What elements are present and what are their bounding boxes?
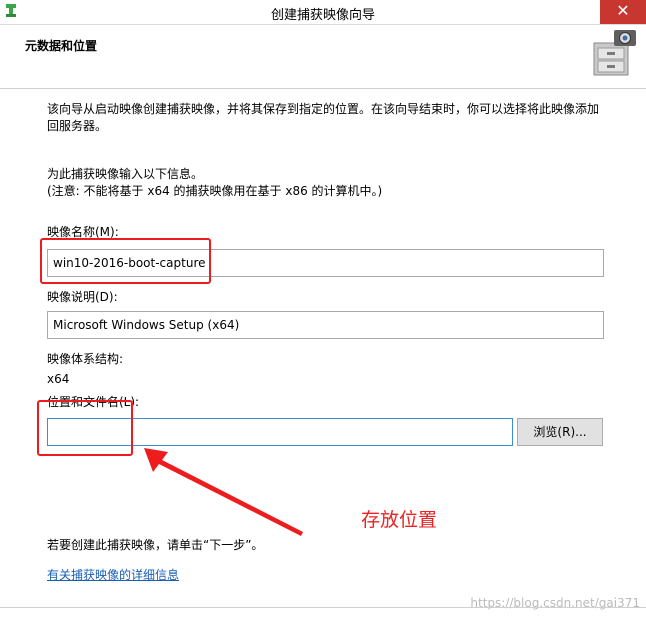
file-cabinet-camera-icon: [593, 30, 636, 76]
arch-value: x64: [47, 372, 70, 386]
image-desc-input[interactable]: Microsoft Windows Setup (x64): [47, 311, 604, 339]
window-title: 创建捕获映像向导: [270, 8, 375, 23]
wizard-header: 元数据和位置: [0, 25, 646, 88]
details-link[interactable]: 有关捕获映像的详细信息: [47, 567, 179, 584]
intro-line-2: 回服务器。: [47, 119, 108, 133]
intro-line-1: 该向导从启动映像创建捕获映像，并将其保存到指定的位置。在该向导结束时，你可以选择…: [47, 102, 600, 116]
info-note: (注意: 不能将基于 x64 的捕获映像用在基于 x86 的计算机中。): [47, 184, 383, 198]
close-button[interactable]: ✕: [600, 0, 646, 24]
annotation-box-name: [40, 238, 211, 284]
bottom-divider: [0, 607, 646, 608]
arch-label: 映像体系结构:: [47, 352, 124, 366]
window-titlebar: 创建捕获映像向导 ✕: [0, 0, 646, 25]
info-line-1: 为此捕获映像输入以下信息。: [47, 167, 204, 181]
browse-button[interactable]: 浏览(R)...: [517, 418, 603, 446]
page-title: 元数据和位置: [25, 39, 98, 53]
image-desc-label: 映像说明(D):: [47, 290, 118, 304]
annotation-arrow: [144, 448, 303, 536]
annotation-label: 存放位置: [361, 509, 438, 531]
annotation-box-location: [37, 400, 133, 456]
